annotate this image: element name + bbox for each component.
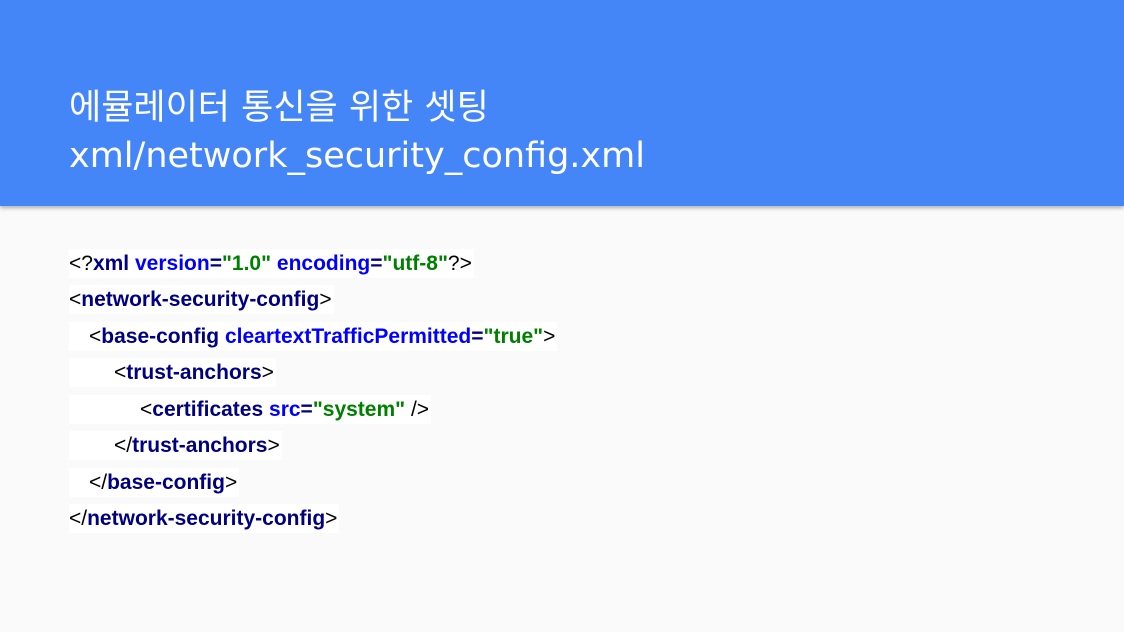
code-tag-name: network-security-config [81, 288, 320, 312]
code-attribute-value: "true" [483, 324, 544, 348]
code-tag-name: network-security-config [87, 507, 326, 531]
code-line-text: </trust-anchors> [69, 431, 282, 461]
code-punctuation: <? [69, 251, 93, 275]
code-line: </base-config> [69, 464, 557, 501]
code-line: <trust-anchors> [69, 355, 557, 392]
code-punctuation: </ [89, 470, 108, 494]
code-equals: = [209, 251, 222, 275]
code-punctuation: > [319, 288, 332, 312]
code-tag-name: xml [92, 251, 130, 275]
slide-title-line-1: 에뮬레이터 통신을 위한 셋팅 [69, 88, 489, 128]
slide-title: 에뮬레이터 통신을 위한 셋팅 xml/network_security_con… [69, 84, 645, 180]
code-attribute-name: encoding [276, 251, 371, 275]
code-punctuation: ?> [447, 251, 472, 275]
code-attribute-value: "1.0" [221, 251, 272, 275]
code-line-text: <trust-anchors> [69, 358, 276, 388]
code-attribute-name: cleartextTrafficPermitted [224, 324, 472, 348]
code-equals: = [471, 324, 484, 348]
code-punctuation: </ [114, 434, 133, 458]
code-punctuation: /> [405, 397, 430, 421]
code-line: <certificates src="system" /> [69, 391, 557, 428]
code-line: <network-security-config> [69, 282, 557, 319]
code-line: <?xml version="1.0" encoding="utf-8"?> [69, 245, 557, 282]
code-tag-name: base-config [107, 470, 225, 494]
slide-title-line-2: xml/network_security_config.xml [69, 136, 645, 176]
code-equals: = [300, 397, 313, 421]
code-punctuation: > [261, 361, 274, 385]
code-line-text: </base-config> [69, 467, 240, 497]
code-line-text: </network-security-config> [69, 504, 340, 534]
code-line-text: <certificates src="system" /> [69, 394, 432, 424]
code-line: </trust-anchors> [69, 428, 557, 465]
code-tag-name: trust-anchors [132, 434, 268, 458]
code-line-text: <base-config cleartextTrafficPermitted="… [69, 321, 558, 351]
code-line: <base-config cleartextTrafficPermitted="… [69, 318, 558, 355]
code-punctuation: > [543, 324, 556, 348]
code-attribute-value: "system" [312, 397, 406, 421]
code-punctuation: < [69, 288, 82, 312]
code-punctuation: > [325, 507, 338, 531]
code-punctuation: </ [69, 507, 88, 531]
xml-code-block: <?xml version="1.0" encoding="utf-8"?> <n… [69, 245, 558, 538]
code-punctuation: < [89, 324, 102, 348]
code-punctuation: < [140, 397, 153, 421]
code-equals: = [370, 251, 383, 275]
code-punctuation: > [224, 470, 238, 494]
code-punctuation: > [267, 434, 280, 458]
code-line-text: <?xml version="1.0" encoding="utf-8"?> [69, 248, 474, 278]
code-tag-name: certificates [152, 397, 264, 421]
code-attribute-value: "utf-8" [382, 251, 448, 275]
code-attribute-name: version [134, 251, 210, 275]
code-tag-name: trust-anchors [126, 361, 262, 385]
slide-header: 에뮬레이터 통신을 위한 셋팅 xml/network_security_con… [0, 0, 1124, 206]
code-punctuation: < [114, 361, 127, 385]
code-line-text: <network-security-config> [69, 285, 334, 315]
code-tag-name: base-config [101, 324, 220, 348]
code-attribute-name: src [269, 397, 301, 421]
code-line: </network-security-config> [69, 501, 557, 538]
